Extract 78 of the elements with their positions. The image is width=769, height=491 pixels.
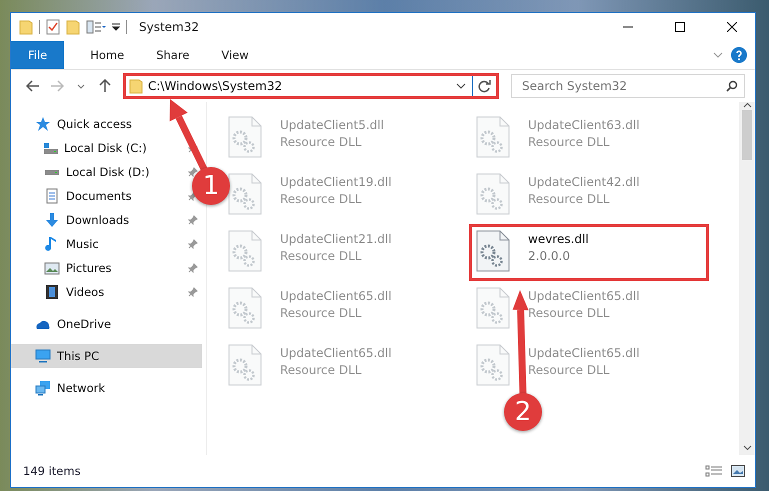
drive-icon (45, 170, 59, 174)
search-field[interactable]: Search System32 (511, 74, 745, 98)
caret-icon[interactable] (456, 83, 466, 89)
monitor-icon (35, 348, 51, 364)
close-icon (727, 22, 737, 32)
nav-item[interactable]: Quick access (57, 117, 132, 131)
file-detail: Resource DLL (528, 191, 610, 208)
scroll-down-icon[interactable] (742, 445, 752, 451)
gear-file-icon (476, 287, 510, 329)
ribbon-tab[interactable]: File (11, 41, 64, 69)
chevron-icon[interactable] (713, 52, 723, 58)
document-icon (44, 188, 60, 204)
pin-icon[interactable] (188, 215, 198, 225)
item-count: 149 items (23, 464, 82, 478)
star-icon (35, 116, 51, 132)
pin-icon[interactable] (188, 287, 198, 297)
nav-item[interactable]: OneDrive (57, 317, 112, 331)
scrollbar[interactable] (739, 102, 755, 455)
maximize-icon (675, 22, 685, 32)
drive-icon (44, 142, 58, 154)
scroll-thumb[interactable] (742, 110, 752, 160)
nav-item[interactable]: Documents (66, 189, 132, 203)
properties-icon[interactable] (46, 19, 60, 35)
ribbon-tab[interactable]: Home (76, 41, 138, 69)
search-icon (726, 80, 738, 92)
file-detail: Resource DLL (280, 134, 362, 151)
pin-icon[interactable] (188, 263, 198, 273)
file-detail: 2.0.0.0 (528, 248, 570, 265)
file-detail: Resource DLL (280, 248, 362, 265)
folder-icon (19, 19, 33, 35)
down-arrow-icon (44, 212, 60, 228)
picture-icon (44, 260, 60, 276)
nav-item[interactable]: Music (66, 237, 99, 251)
left-arrow-icon (26, 80, 40, 92)
file-name[interactable]: wevres.dll (528, 231, 589, 247)
gear-file-icon (228, 116, 262, 158)
file-detail: Resource DLL (528, 305, 610, 322)
gear-file-icon (228, 230, 262, 272)
gear-file-icon (228, 344, 262, 386)
file-detail: Resource DLL (280, 191, 362, 208)
nav-item[interactable]: Local Disk (C:) (64, 141, 147, 155)
nav-item[interactable]: Videos (66, 285, 104, 299)
gear-file-icon (228, 287, 262, 329)
scroll-up-icon[interactable] (742, 102, 752, 108)
file-detail: Resource DLL (528, 362, 610, 379)
layout-icon[interactable] (86, 20, 106, 34)
file-detail: Resource DLL (280, 362, 362, 379)
gear-file-icon (476, 116, 510, 158)
dropdown-icon[interactable] (112, 23, 120, 31)
gear-file-icon (476, 230, 510, 272)
pin-icon[interactable] (188, 167, 198, 177)
pin-icon[interactable] (188, 239, 198, 249)
address-bar[interactable]: C:\Windows\System32 (123, 73, 499, 99)
right-arrow-icon (50, 80, 64, 92)
nav-item[interactable]: Local Disk (D:) (66, 165, 150, 179)
nav-item[interactable]: Pictures (66, 261, 112, 275)
folder-icon (129, 78, 143, 94)
minimize-icon (623, 26, 633, 28)
caret-icon (77, 84, 85, 88)
ribbon-tab[interactable]: Share (142, 41, 204, 69)
details-view-icon[interactable] (705, 465, 723, 477)
up-arrow-icon (99, 79, 111, 93)
network-icon (35, 380, 51, 396)
gear-file-icon (228, 173, 262, 215)
help-icon[interactable] (731, 47, 747, 63)
refresh-icon[interactable] (478, 80, 491, 92)
nav-item[interactable]: This PC (11, 344, 202, 368)
gear-file-icon (476, 344, 510, 386)
file-detail: Resource DLL (280, 305, 362, 322)
ribbon-tab[interactable]: View (207, 41, 263, 69)
nav-item[interactable]: Downloads (66, 213, 130, 227)
gear-file-icon (476, 173, 510, 215)
film-icon (44, 284, 60, 300)
large-icons-view-icon[interactable] (731, 465, 745, 477)
nav-item[interactable]: Network (57, 381, 106, 395)
file-detail: Resource DLL (528, 134, 610, 151)
window-title: System32 (139, 20, 200, 34)
folder-icon (66, 19, 80, 35)
